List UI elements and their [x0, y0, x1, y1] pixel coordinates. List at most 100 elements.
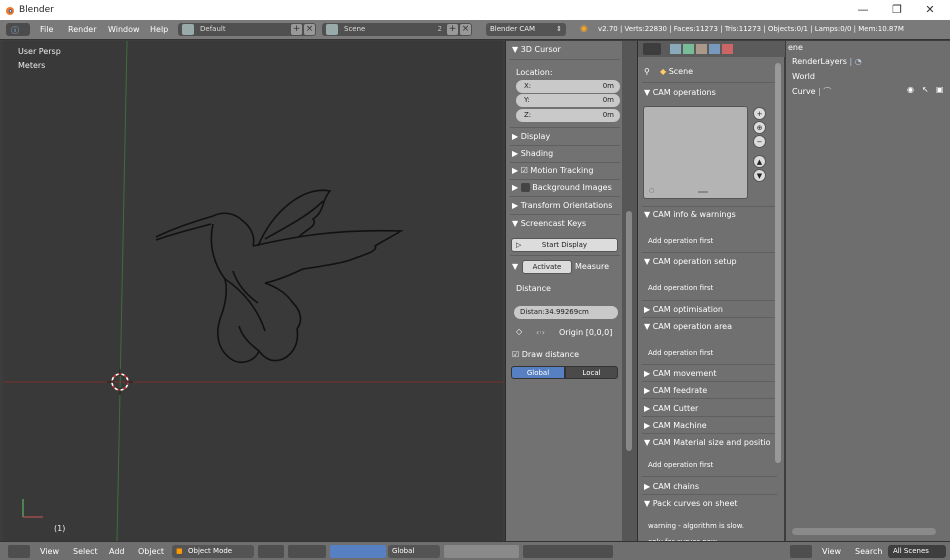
- screen-layout-field[interactable]: Default + ×: [178, 23, 316, 36]
- checkbox-empty-icon[interactable]: [520, 183, 530, 192]
- orientation-select[interactable]: Global: [388, 545, 440, 558]
- panel-display[interactable]: ▶ Display: [512, 132, 550, 141]
- outliner-hscrollbar[interactable]: [792, 528, 936, 535]
- move-up-button[interactable]: ▲: [753, 155, 766, 168]
- layout-remove-icon[interactable]: ×: [304, 24, 315, 35]
- shading-select[interactable]: [258, 545, 284, 558]
- panel-cam-operations[interactable]: ▼ CAM operations: [644, 88, 716, 97]
- visibility-eye-icon[interactable]: ◉: [907, 85, 914, 94]
- cursor-x-field[interactable]: X: 0m: [516, 80, 620, 93]
- panel-3d-cursor[interactable]: ▼ 3D Cursor: [512, 45, 561, 54]
- render-tab-icon[interactable]: [670, 44, 681, 54]
- x-axis-label: X:: [524, 82, 532, 90]
- layout-name: Default: [200, 25, 226, 33]
- play-icon: ▷: [516, 241, 522, 249]
- sidebar-scrollbar[interactable]: [622, 41, 637, 541]
- panel-cam-optimisation[interactable]: ▶ CAM optimisation: [644, 305, 723, 314]
- panel-cam-machine[interactable]: ▶ CAM Machine: [644, 421, 707, 430]
- scene-remove-icon[interactable]: ×: [460, 24, 471, 35]
- layers-tab-icon[interactable]: [683, 44, 694, 54]
- y-value: 0m: [602, 96, 614, 104]
- panel-pack-curves[interactable]: ▼ Pack curves on sheet: [644, 499, 738, 508]
- display-mode-select[interactable]: All Scenes: [888, 545, 946, 558]
- checkbox-checked-icon[interactable]: ☑: [521, 166, 528, 175]
- panel-transform-orientations[interactable]: ▶ Transform Orientations: [512, 201, 612, 210]
- panel-shading[interactable]: ▶ Shading: [512, 149, 553, 158]
- panel-cam-chains[interactable]: ▶ CAM chains: [644, 482, 699, 491]
- panel-background-images[interactable]: ▶ Background Images: [512, 183, 612, 192]
- panel-cam-setup[interactable]: ▼ CAM operation setup: [644, 257, 737, 266]
- move-down-button[interactable]: ▼: [753, 169, 766, 182]
- render-engine-select[interactable]: Blender CAM ⇕: [486, 23, 566, 36]
- menu-window[interactable]: Window: [108, 25, 140, 34]
- scroll-thumb[interactable]: [626, 211, 632, 451]
- panel-cam-area[interactable]: ▼ CAM operation area: [644, 322, 732, 331]
- mode-select[interactable]: ■ Object Mode: [172, 545, 254, 558]
- copy-operation-button[interactable]: ⊕: [753, 121, 766, 134]
- outliner-menu-search[interactable]: Search: [855, 547, 882, 556]
- frame-number: (1): [54, 524, 66, 533]
- panel-cam-material[interactable]: ▼ CAM Material size and positio: [644, 438, 771, 447]
- motion-tracking-title: Motion Tracking: [530, 166, 594, 175]
- layout-add-icon[interactable]: +: [291, 24, 302, 35]
- menu-select[interactable]: Select: [73, 547, 98, 556]
- menu-help[interactable]: Help: [150, 25, 168, 34]
- outliner-editor-icon[interactable]: [790, 545, 812, 558]
- menu-object[interactable]: Object: [138, 547, 164, 556]
- panel-screencast-keys[interactable]: ▼ Screencast Keys: [512, 219, 586, 228]
- menu-view[interactable]: View: [40, 547, 59, 556]
- checkbox-checked-icon: ☑: [512, 350, 520, 359]
- cursor-z-field[interactable]: Z: 0m: [516, 109, 620, 122]
- panel-cam-cutter[interactable]: ▶ CAM Cutter: [644, 404, 698, 413]
- draw-distance-checkbox[interactable]: ☑ Draw distance: [512, 350, 579, 359]
- cam-setup-title: CAM operation setup: [652, 257, 737, 266]
- pin-icon[interactable]: ⚲: [644, 67, 650, 76]
- operations-list[interactable]: ○: [643, 106, 748, 199]
- editor-type-button[interactable]: ⓘ: [6, 23, 30, 36]
- add-operation-button[interactable]: +: [753, 107, 766, 120]
- layers-grid[interactable]: [444, 545, 519, 558]
- scene-add-icon[interactable]: +: [447, 24, 458, 35]
- scene-field[interactable]: Scene 2 + ×: [322, 23, 472, 36]
- snap-tools[interactable]: [523, 545, 613, 558]
- info-icon: ⓘ: [11, 26, 19, 35]
- panel-cam-feedrate[interactable]: ▶ CAM feedrate: [644, 386, 707, 395]
- cursor-y-field[interactable]: Y: 0m: [516, 94, 620, 107]
- select-arrow-icon[interactable]: ↖: [922, 85, 929, 94]
- menu-file[interactable]: File: [40, 25, 53, 34]
- panel-motion-tracking[interactable]: ▶ ☑ Motion Tracking: [512, 166, 593, 175]
- close-button[interactable]: ✕: [915, 2, 945, 18]
- panel-cam-info[interactable]: ▼ CAM info & warnings: [644, 210, 736, 219]
- manipulator-icon[interactable]: [330, 545, 386, 558]
- remove-operation-button[interactable]: −: [753, 135, 766, 148]
- local-toggle[interactable]: Local: [565, 366, 618, 379]
- panel-cam-movement[interactable]: ▶ CAM movement: [644, 369, 716, 378]
- cam-info-title: CAM info & warnings: [652, 210, 736, 219]
- maximize-button[interactable]: ❐: [882, 2, 912, 18]
- outliner-renderlayers[interactable]: RenderLayers | ◔: [792, 57, 862, 66]
- resize-handle-icon[interactable]: ○: [649, 187, 654, 194]
- cam-operations-title: CAM operations: [652, 88, 716, 97]
- 3d-viewport[interactable]: User Persp Meters (1): [3, 41, 503, 541]
- scene-tab-icon[interactable]: [696, 44, 707, 54]
- measure-collapse-icon[interactable]: ▼: [512, 262, 518, 271]
- render-camera-icon[interactable]: ▣: [936, 85, 944, 94]
- outliner-curve[interactable]: Curve | ⌒: [792, 86, 831, 97]
- list-grip-icon[interactable]: [698, 191, 708, 193]
- properties-editor-icon[interactable]: [643, 43, 661, 55]
- properties-scroll-thumb[interactable]: [775, 63, 781, 463]
- menu-render[interactable]: Render: [68, 25, 96, 34]
- distance-field[interactable]: Distan:34.99269cm: [514, 306, 618, 319]
- pivot-select[interactable]: [288, 545, 326, 558]
- outliner-menu-view[interactable]: View: [822, 547, 841, 556]
- start-display-button[interactable]: ▷ Start Display: [511, 238, 618, 252]
- activate-button[interactable]: Activate: [522, 260, 572, 274]
- global-toggle[interactable]: Global: [511, 366, 565, 379]
- editor-type-icon[interactable]: [8, 545, 30, 558]
- outliner-world[interactable]: World: [792, 72, 815, 81]
- orientation-label: Global: [392, 547, 415, 555]
- world-tab-icon[interactable]: [709, 44, 720, 54]
- minimize-button[interactable]: —: [848, 2, 878, 18]
- menu-add[interactable]: Add: [109, 547, 125, 556]
- object-tab-icon[interactable]: [722, 44, 733, 54]
